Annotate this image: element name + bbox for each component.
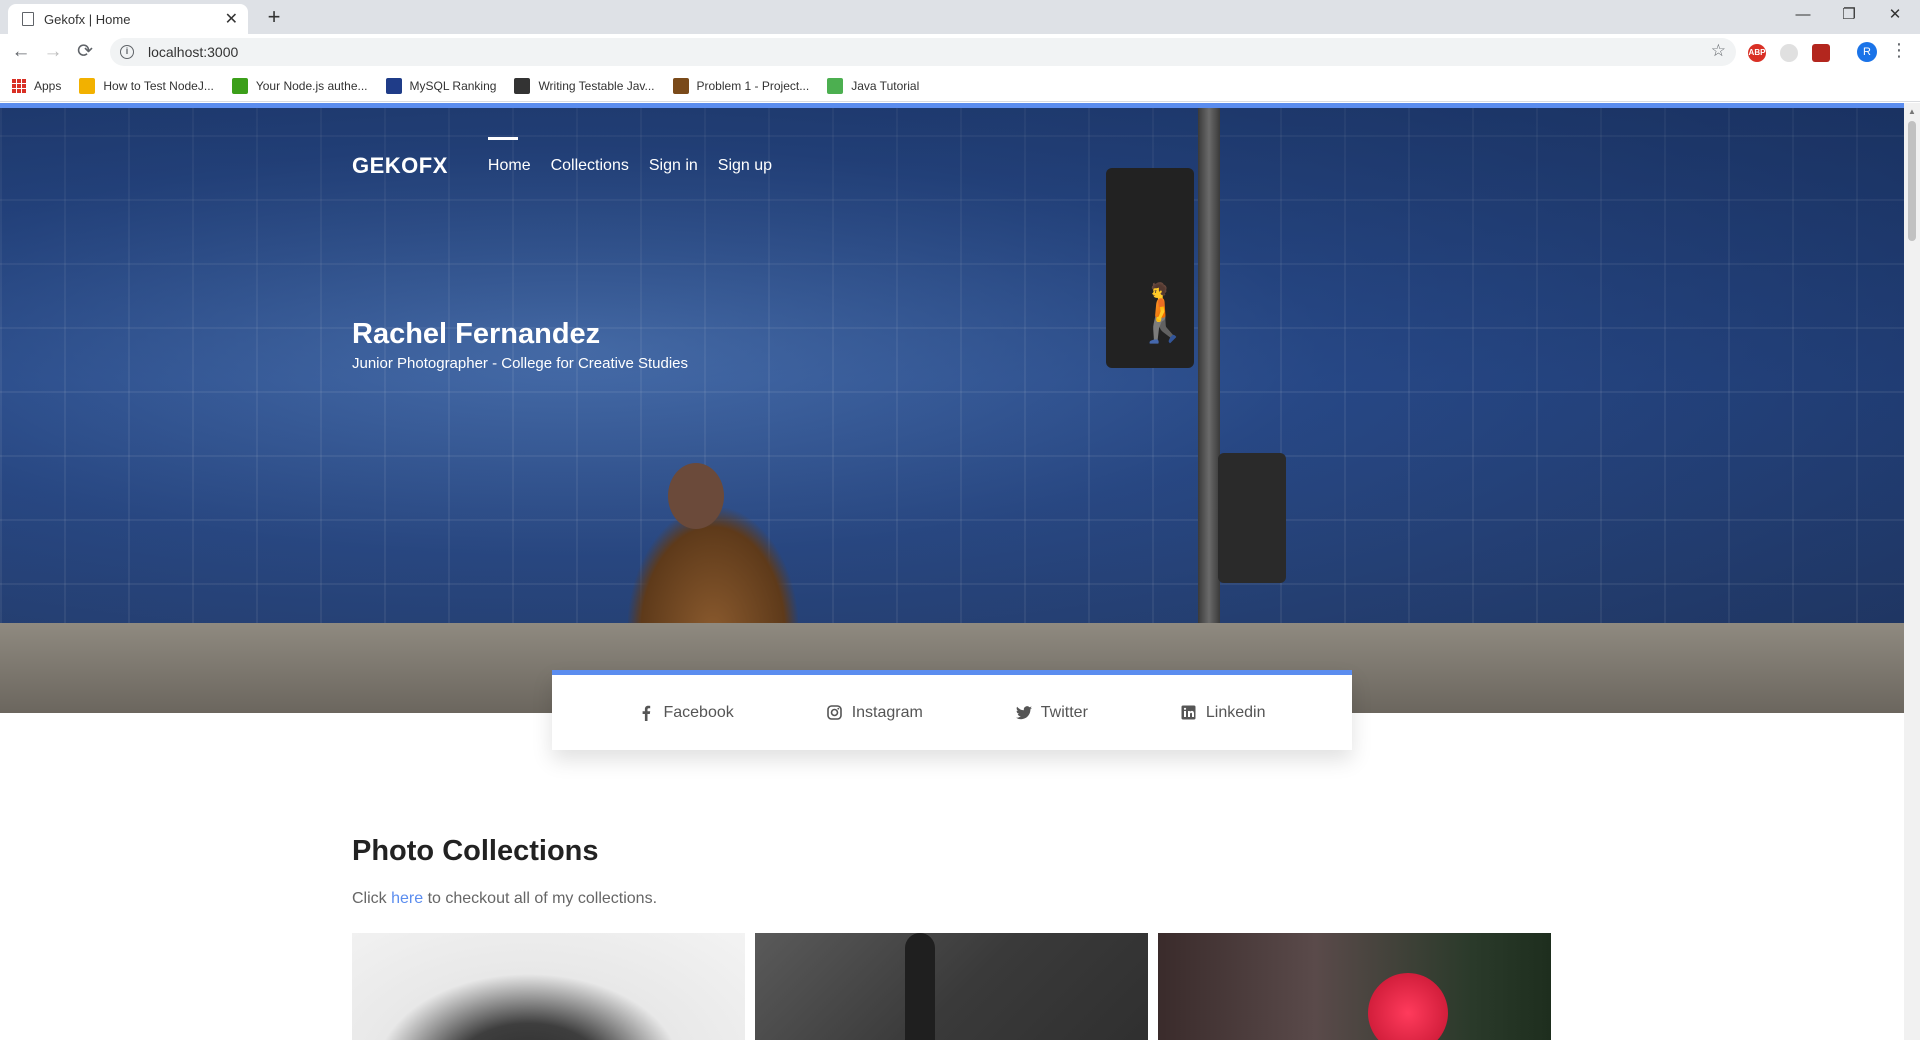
site-brand[interactable]: GEKOFX <box>352 153 448 179</box>
bookmark-favicon-icon <box>79 77 96 94</box>
nav-home[interactable]: Home <box>487 137 531 175</box>
tab-title: Gekofx | Home <box>44 11 131 27</box>
social-twitter-link[interactable]: Twitter <box>1015 703 1088 722</box>
url-text: localhost:3000 <box>148 44 239 60</box>
collection-card[interactable] <box>755 933 1148 1040</box>
collection-card[interactable] <box>352 933 745 1040</box>
linkedin-icon <box>1181 705 1197 721</box>
bookmark-label: Apps <box>34 78 62 93</box>
tab-strip: Gekofx | Home ✕ + — ❐ ✕ <box>0 0 1920 34</box>
hero-banner: 🚶 GEKOFX Home Collections Sign in Sign u… <box>0 103 1904 713</box>
back-button[interactable]: ← <box>8 40 34 66</box>
bookmark-item[interactable]: How to Test NodeJ... <box>79 77 214 94</box>
social-facebook-link[interactable]: Facebook <box>638 703 734 722</box>
social-label: Linkedin <box>1205 703 1266 721</box>
close-tab-icon[interactable]: ✕ <box>225 9 238 29</box>
hero-name: Rachel Fernandez <box>352 318 601 350</box>
collection-card[interactable] <box>1158 933 1551 1040</box>
info-icon[interactable]: i <box>120 45 134 59</box>
bookmark-apps[interactable]: Apps <box>12 78 62 93</box>
social-label: Facebook <box>663 703 734 721</box>
menu-icon[interactable]: ⋮ <box>1890 40 1908 61</box>
social-label: Instagram <box>851 703 923 721</box>
collections-here-link[interactable]: here <box>391 890 423 907</box>
forward-button[interactable]: → <box>40 40 66 66</box>
instagram-icon <box>827 705 843 721</box>
social-label: Twitter <box>1040 703 1088 721</box>
browser-tab[interactable]: Gekofx | Home ✕ <box>8 4 248 34</box>
scrollbar-thumb[interactable] <box>1908 121 1916 241</box>
bookmark-label: Problem 1 - Project... <box>696 78 810 93</box>
social-links-bar: Facebook Instagram Twitter Linkedin <box>552 670 1352 750</box>
browser-toolbar: ← → ⟳ i localhost:3000 ☆ ABP <box>0 34 1920 70</box>
address-bar[interactable]: i localhost:3000 ☆ <box>110 38 1736 66</box>
bookmark-star-icon[interactable]: ☆ <box>1711 41 1726 61</box>
bookmark-favicon-icon <box>672 77 689 94</box>
nav-sign-up[interactable]: Sign up <box>718 157 772 175</box>
bookmark-label: Your Node.js authe... <box>255 78 368 93</box>
bookmark-label: MySQL Ranking <box>409 78 497 93</box>
hero-text: Rachel Fernandez Junior Photographer - C… <box>352 318 688 372</box>
page-viewport: 🚶 GEKOFX Home Collections Sign in Sign u… <box>0 103 1904 1040</box>
nav-sign-in[interactable]: Sign in <box>649 157 698 175</box>
nav-collections[interactable]: Collections <box>551 157 629 175</box>
page-icon <box>22 12 34 26</box>
new-tab-button[interactable]: + <box>260 4 288 32</box>
bookmark-favicon-icon <box>514 77 531 94</box>
hero-photo-head <box>668 463 724 529</box>
bookmark-favicon-icon <box>827 77 844 94</box>
social-instagram-link[interactable]: Instagram <box>827 704 923 722</box>
extension-icon[interactable] <box>1780 44 1798 62</box>
bookmark-item[interactable]: MySQL Ranking <box>385 77 497 94</box>
bookmark-item[interactable]: Java Tutorial <box>827 77 920 94</box>
restore-button[interactable]: ❐ <box>1826 0 1872 30</box>
bookmark-favicon-icon <box>231 77 248 94</box>
profile-avatar[interactable]: R <box>1857 42 1877 62</box>
hero-photo-signal-secondary <box>1218 453 1286 583</box>
close-window-button[interactable]: ✕ <box>1872 0 1918 30</box>
collections-heading: Photo Collections <box>352 835 599 867</box>
reload-button[interactable]: ⟳ <box>72 40 98 66</box>
facebook-icon <box>638 705 654 721</box>
bookmark-item[interactable]: Writing Testable Jav... <box>514 77 655 94</box>
bookmark-item[interactable]: Your Node.js authe... <box>231 77 368 94</box>
adblock-extension-icon[interactable]: ABP <box>1748 44 1766 62</box>
pdf-extension-icon[interactable] <box>1812 44 1830 62</box>
bookmark-favicon-icon <box>385 77 402 94</box>
minimize-button[interactable]: — <box>1780 0 1826 30</box>
scroll-up-icon[interactable]: ▲ <box>1908 107 1916 116</box>
page-scrollbar[interactable]: ▲ <box>1904 103 1920 1040</box>
walk-signal-icon: 🚶 <box>1128 281 1198 344</box>
hero-subtitle: Junior Photographer - College for Creati… <box>352 355 689 372</box>
apps-grid-icon <box>12 78 26 93</box>
intro-text-after: to checkout all of my collections. <box>423 890 658 907</box>
bookmark-label: How to Test NodeJ... <box>103 78 214 93</box>
site-nav: GEKOFX Home Collections Sign in Sign up <box>352 137 792 179</box>
twitter-icon <box>1015 705 1032 721</box>
bookmark-item[interactable]: Problem 1 - Project... <box>672 77 810 94</box>
bookmark-label: Java Tutorial <box>851 78 920 93</box>
bookmarks-bar: Apps How to Test NodeJ... Your Node.js a… <box>0 70 1920 102</box>
collections-intro: Click here to checkout all of my collect… <box>352 890 657 908</box>
intro-text-before: Click <box>352 890 392 907</box>
social-linkedin-link[interactable]: Linkedin <box>1181 703 1266 722</box>
bookmark-label: Writing Testable Jav... <box>538 78 655 93</box>
